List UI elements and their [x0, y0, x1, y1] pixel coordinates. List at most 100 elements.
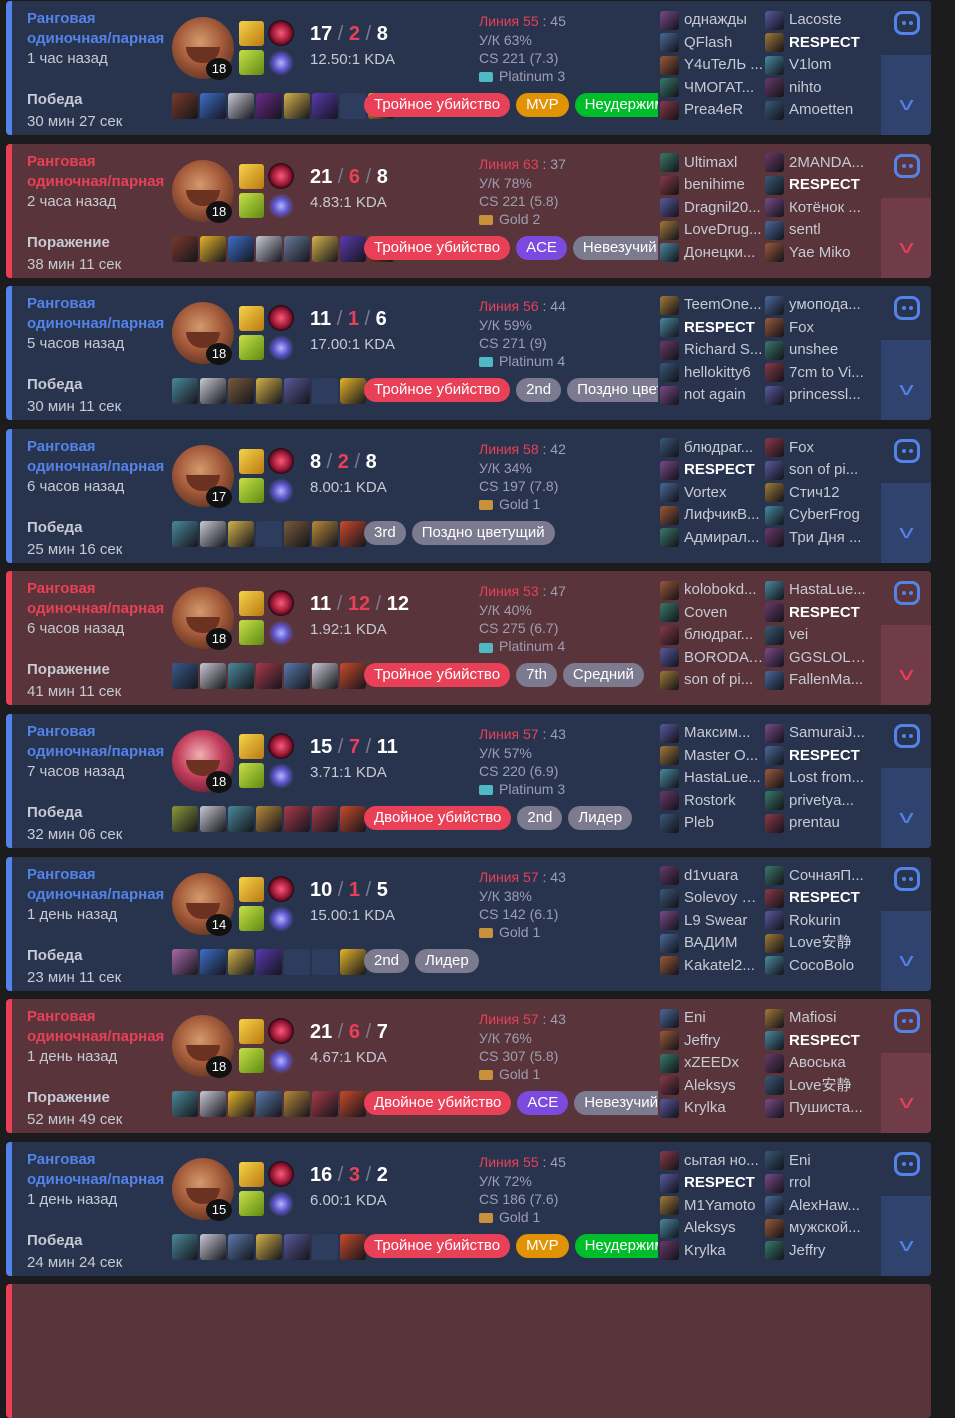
player-name[interactable]: Jeffry — [684, 1032, 720, 1049]
summoner-spell-smite-icon[interactable] — [239, 192, 264, 218]
player-name[interactable]: HastaLue... — [684, 769, 761, 786]
team-player[interactable]: QFlash — [660, 32, 764, 55]
team-player[interactable]: Пушиста... — [765, 1097, 869, 1120]
item-icon[interactable] — [172, 1233, 198, 1260]
item-icon[interactable] — [200, 1091, 226, 1118]
ai-bot-icon[interactable] — [894, 11, 920, 35]
ai-bot-icon[interactable] — [894, 1009, 920, 1034]
match-card[interactable]: Ранговая одиночная/парная 1 день назад Поб… — [6, 1141, 931, 1276]
team-player[interactable]: Aleksys — [660, 1217, 764, 1240]
team-player[interactable]: xZEEDx — [660, 1052, 764, 1075]
summoner-spell-smite-icon[interactable] — [239, 477, 264, 503]
item-icon[interactable] — [340, 235, 366, 262]
team-player[interactable]: Prea4eR — [660, 99, 764, 122]
team-player[interactable]: Mafiosi — [765, 1007, 869, 1030]
player-name[interactable]: Пушиста... — [789, 1099, 863, 1116]
team-player[interactable]: блюдраг... — [660, 624, 764, 647]
team-player[interactable]: RESPECT — [660, 1172, 764, 1195]
player-name[interactable]: vei — [789, 626, 808, 643]
team-player[interactable]: nihto — [765, 77, 869, 100]
player-name[interactable]: Авоська — [789, 1054, 846, 1071]
summoner-spell-flash-icon[interactable] — [239, 1019, 264, 1045]
ai-bot-icon[interactable] — [894, 581, 920, 606]
team-player[interactable]: Richard S... — [660, 339, 764, 362]
primary-rune-icon[interactable] — [268, 447, 294, 474]
expand-details-button[interactable]: v — [897, 523, 915, 541]
summoner-spell-flash-icon[interactable] — [239, 876, 264, 902]
team-player[interactable]: RESPECT — [765, 1030, 869, 1053]
item-icon[interactable] — [256, 806, 282, 832]
player-name[interactable]: Rostork — [684, 792, 736, 809]
secondary-rune-icon[interactable] — [268, 50, 294, 76]
player-name[interactable]: rrol — [789, 1174, 811, 1191]
player-name[interactable]: GGSLOL2... — [789, 649, 869, 666]
player-name[interactable]: 2MANDA... — [789, 154, 864, 171]
player-name[interactable]: Dragnil20... — [684, 199, 761, 216]
player-name[interactable]: QFlash — [684, 34, 732, 51]
player-name[interactable]: Solevoy S... — [684, 889, 764, 906]
player-name[interactable]: princessl... — [789, 386, 861, 403]
team-player[interactable]: однажды — [660, 9, 764, 32]
ai-bot-icon[interactable] — [894, 1151, 920, 1176]
primary-rune-icon[interactable] — [268, 305, 294, 332]
item-icon[interactable] — [340, 948, 366, 975]
expand-details-button[interactable]: v — [897, 951, 915, 969]
player-name[interactable]: hellokitty6 — [684, 364, 751, 381]
player-name[interactable]: unshee — [789, 341, 838, 358]
item-icon[interactable] — [228, 948, 254, 975]
team-player[interactable]: not again — [660, 384, 764, 407]
ai-bot-icon[interactable] — [894, 866, 920, 891]
item-icon[interactable] — [256, 93, 282, 119]
item-icon[interactable] — [256, 1091, 282, 1118]
secondary-rune-icon[interactable] — [268, 1048, 294, 1075]
item-icon[interactable] — [200, 378, 226, 405]
empty-item-slot[interactable] — [340, 93, 366, 119]
player-name[interactable]: RESPECT — [789, 604, 860, 621]
player-name[interactable]: Kakatel2... — [684, 957, 755, 974]
team-player[interactable]: Krylka — [660, 1097, 764, 1120]
item-icon[interactable] — [200, 948, 226, 975]
player-name[interactable]: AlexHaw... — [789, 1197, 860, 1214]
expand-details-button[interactable]: v — [897, 1093, 915, 1111]
item-icon[interactable] — [228, 520, 254, 547]
team-player[interactable]: Dragnil20... — [660, 197, 764, 220]
player-name[interactable]: Rokurin — [789, 912, 841, 929]
player-name[interactable]: L9 Swear — [684, 912, 747, 929]
team-player[interactable]: Love安静 — [765, 1075, 869, 1098]
team-player[interactable]: Aleksys — [660, 1075, 764, 1098]
expand-details-button[interactable]: v — [897, 1236, 915, 1254]
team-player[interactable]: TeemOne... — [660, 294, 764, 317]
team-player[interactable]: Coven — [660, 602, 764, 625]
secondary-rune-icon[interactable] — [268, 1190, 294, 1217]
team-player[interactable]: Eni — [765, 1150, 869, 1173]
summoner-spell-flash-icon[interactable] — [239, 1161, 264, 1187]
team-player[interactable]: Krylka — [660, 1240, 764, 1263]
player-name[interactable]: V1lom — [789, 56, 832, 73]
player-name[interactable]: not again — [684, 386, 746, 403]
team-player[interactable]: CocoBolo — [765, 955, 869, 978]
team-player[interactable]: Eni — [660, 1007, 764, 1030]
player-name[interactable]: d1vuara — [684, 867, 738, 884]
expand-details-button[interactable]: v — [897, 665, 915, 683]
player-name[interactable]: Love安静 — [789, 934, 852, 951]
team-player[interactable]: GGSLOL2... — [765, 647, 869, 670]
item-icon[interactable] — [256, 235, 282, 262]
team-player[interactable]: RESPECT — [765, 602, 869, 625]
player-name[interactable]: Стич12 — [789, 484, 840, 501]
expand-details-button[interactable]: v — [897, 808, 915, 826]
player-name[interactable]: HastaLue... — [789, 581, 866, 598]
expand-details-button[interactable]: v — [897, 95, 915, 113]
primary-rune-icon[interactable] — [268, 162, 294, 189]
empty-item-slot[interactable] — [312, 1233, 338, 1260]
item-icon[interactable] — [172, 378, 198, 405]
summoner-spell-flash-icon[interactable] — [239, 734, 264, 759]
team-player[interactable]: ВАДИМ — [660, 932, 764, 955]
item-icon[interactable] — [172, 93, 198, 119]
player-name[interactable]: Ultimaxl — [684, 154, 737, 171]
team-player[interactable]: Jeffry — [765, 1240, 869, 1263]
player-name[interactable]: Krylka — [684, 1099, 726, 1116]
player-name[interactable]: Krylka — [684, 1242, 726, 1259]
player-name[interactable]: 7cm to Vi... — [789, 364, 864, 381]
item-icon[interactable] — [312, 235, 338, 262]
player-name[interactable]: RESPECT — [789, 34, 860, 51]
